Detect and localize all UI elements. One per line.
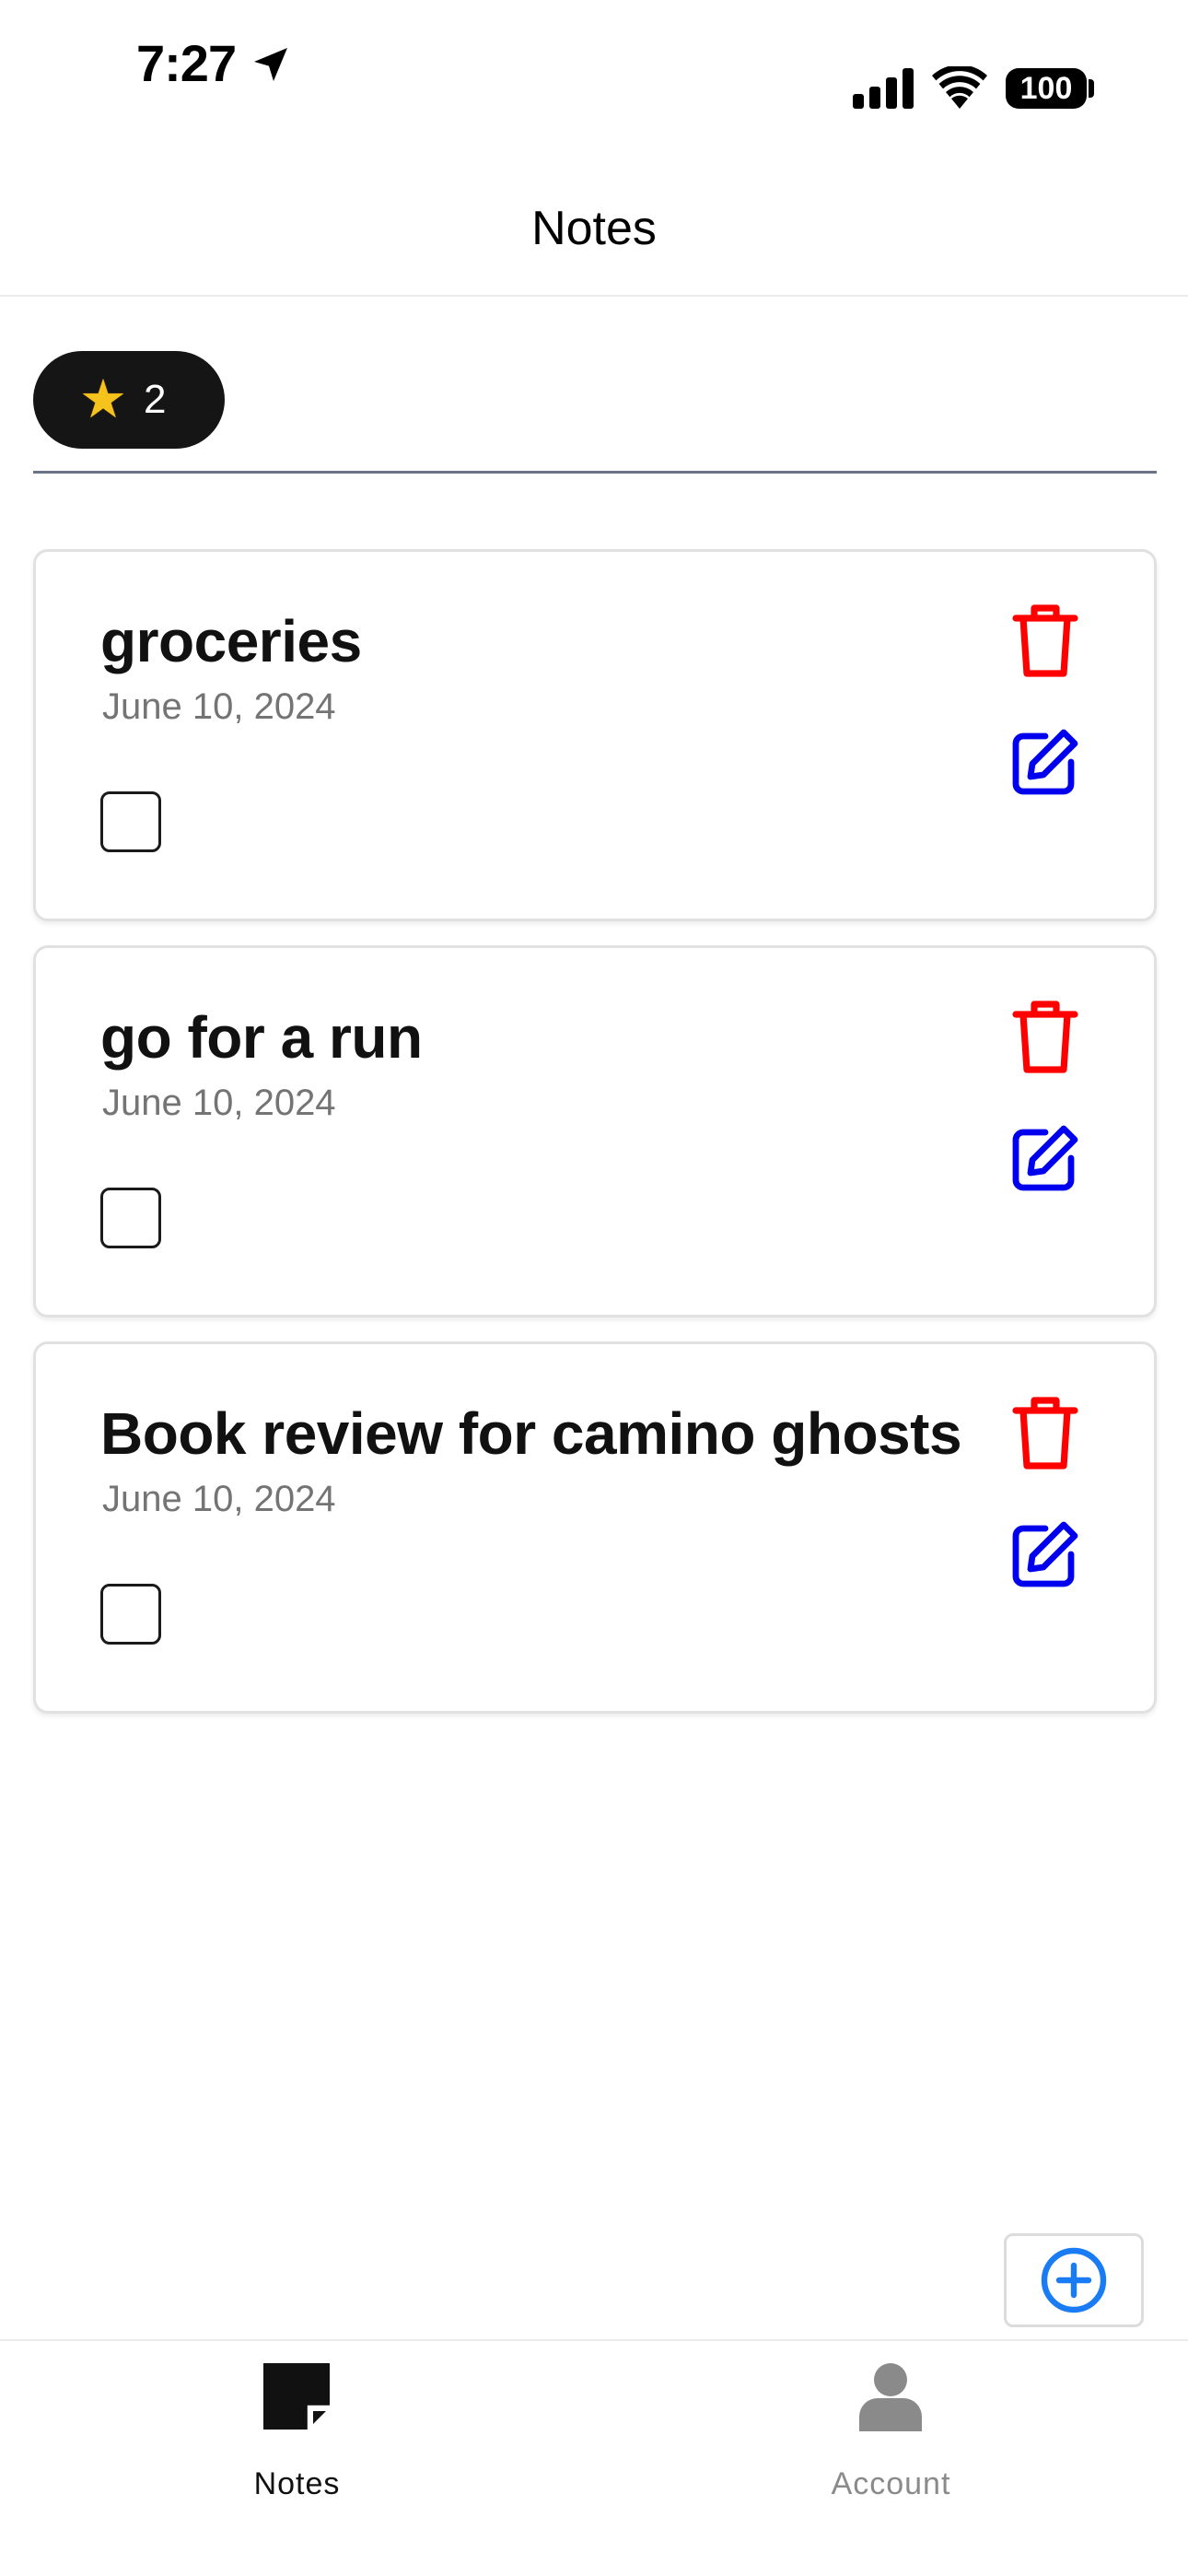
page-title: Notes	[531, 202, 657, 255]
note-checkbox[interactable]	[100, 1188, 161, 1248]
battery-indicator: 100	[1006, 68, 1087, 109]
nav-header: Notes	[0, 138, 1188, 297]
edit-icon[interactable]	[1010, 727, 1080, 797]
tab-account[interactable]: Account	[594, 2341, 1188, 2525]
location-arrow-icon	[254, 48, 287, 81]
person-icon	[859, 2363, 922, 2431]
note-card: Book review for camino ghosts June 10, 2…	[33, 1341, 1157, 1714]
trash-icon[interactable]	[1010, 998, 1080, 1075]
note-date: June 10, 2024	[102, 1083, 336, 1123]
status-time: 7:27	[136, 34, 237, 92]
add-note-button[interactable]	[1004, 2233, 1144, 2327]
star-count: 2	[144, 377, 167, 422]
note-checkbox[interactable]	[100, 791, 161, 852]
tab-notes[interactable]: Notes	[0, 2341, 594, 2525]
star-icon: ★	[79, 369, 127, 429]
star-count-pill[interactable]: ★ 2	[33, 351, 225, 449]
note-card: go for a run June 10, 2024	[33, 945, 1157, 1317]
note-title: Book review for camino ghosts	[100, 1400, 962, 1467]
plus-circle-icon	[1041, 2247, 1107, 2313]
note-date: June 10, 2024	[102, 1479, 336, 1519]
cellular-signal-icon	[853, 68, 914, 109]
tab-bar: Notes Account	[0, 2339, 1188, 2576]
note-date: June 10, 2024	[102, 686, 336, 727]
tab-label: Account	[831, 2466, 951, 2501]
note-title: groceries	[100, 608, 362, 674]
note-title: go for a run	[100, 1004, 423, 1071]
edit-icon[interactable]	[1010, 1123, 1080, 1193]
note-checkbox[interactable]	[100, 1584, 161, 1645]
trash-icon[interactable]	[1010, 1394, 1080, 1471]
wifi-icon	[932, 66, 987, 109]
edit-icon[interactable]	[1010, 1519, 1080, 1589]
trash-icon[interactable]	[1010, 602, 1080, 679]
battery-cap	[1089, 79, 1094, 98]
tab-label: Notes	[253, 2466, 341, 2501]
status-bar: 7:27 100	[0, 0, 1188, 138]
note-icon	[263, 2363, 330, 2430]
note-card: groceries June 10, 2024	[33, 549, 1157, 921]
section-divider	[33, 471, 1157, 474]
